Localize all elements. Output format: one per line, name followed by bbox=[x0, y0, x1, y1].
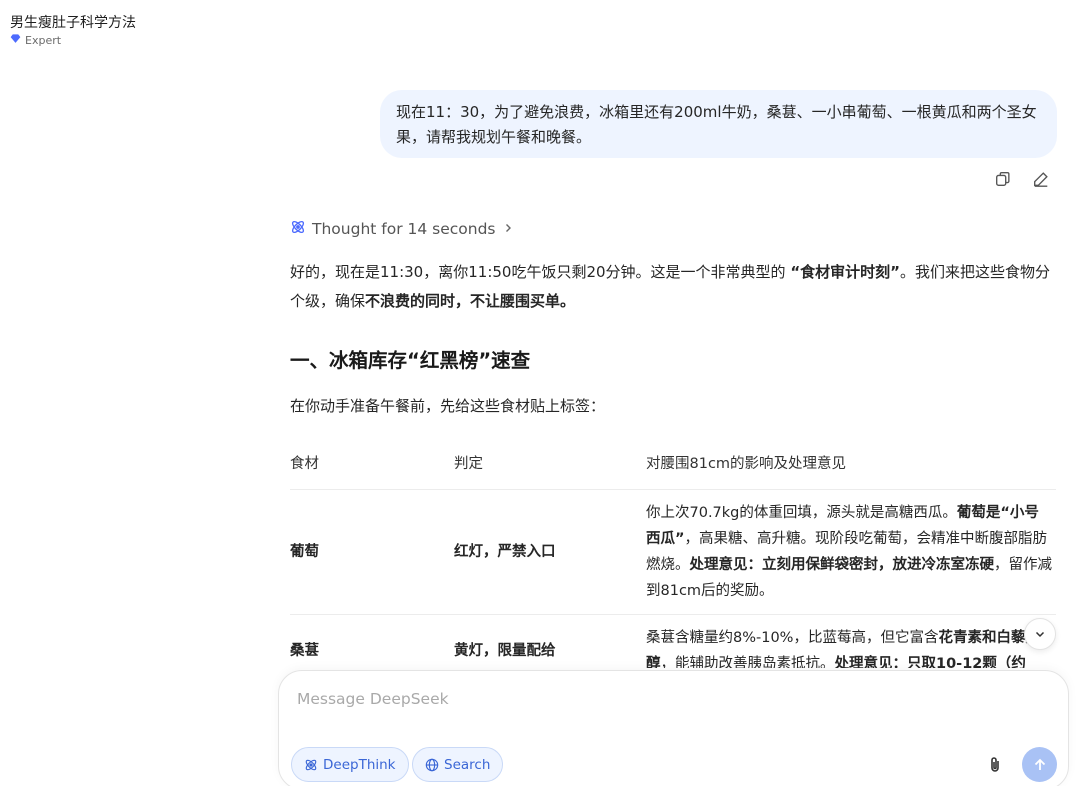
user-message-actions bbox=[994, 170, 1050, 188]
table-cell-food: 桑葚 bbox=[290, 614, 454, 668]
chevron-right-icon bbox=[502, 220, 514, 238]
search-label: Search bbox=[444, 756, 491, 773]
table-header-row: 食材 判定 对腰围81cm的影响及处理意见 bbox=[290, 444, 1056, 490]
diamond-icon bbox=[10, 33, 21, 47]
assistant-answer: 好的，现在是11:30，离你11:50吃午饭只剩20分钟。这是一个非常典型的 “… bbox=[290, 258, 1056, 668]
answer-paragraph: 好的，现在是11:30，离你11:50吃午饭只剩20分钟。这是一个非常典型的 “… bbox=[290, 258, 1056, 316]
attach-button[interactable] bbox=[985, 755, 1005, 775]
table-header: 判定 bbox=[454, 444, 646, 490]
text-span: 你上次70.7kg的体重回填，源头就是高糖西瓜。 bbox=[646, 505, 957, 521]
food-table: 食材 判定 对腰围81cm的影响及处理意见 葡萄 红灯，严禁入口 你上次70.7… bbox=[290, 444, 1056, 668]
deepthink-label: DeepThink bbox=[323, 756, 396, 773]
deepthink-button[interactable]: DeepThink bbox=[291, 747, 409, 782]
paperclip-icon bbox=[985, 755, 1005, 775]
table-row: 桑葚 黄灯，限量配给 桑葚含糖量约8%-10%，比蓝莓高，但它富含花青素和白藜芦… bbox=[290, 614, 1056, 668]
globe-icon bbox=[425, 758, 439, 772]
section-heading: 一、冰箱库存“红黑榜”速查 bbox=[290, 349, 531, 372]
table-cell-note: 桑葚含糖量约8%-10%，比蓝莓高，但它富含花青素和白藜芦醇，能辅助改善胰岛素抵… bbox=[646, 614, 1056, 668]
table-header: 对腰围81cm的影响及处理意见 bbox=[646, 444, 1056, 490]
table-cell-verdict: 黄灯，限量配给 bbox=[454, 614, 646, 668]
bold-span: “食材审计时刻” bbox=[790, 263, 901, 281]
send-button[interactable] bbox=[1022, 747, 1057, 782]
model-badge: Expert bbox=[10, 33, 61, 47]
thought-label: Thought for 14 seconds bbox=[312, 220, 496, 238]
search-button[interactable]: Search bbox=[412, 747, 504, 782]
bold-span: 不浪费的同时，不让腰围买单。 bbox=[365, 292, 576, 310]
copy-icon[interactable] bbox=[994, 170, 1012, 188]
message-composer: DeepThink Search bbox=[278, 670, 1069, 786]
atom-icon bbox=[304, 758, 318, 772]
table-row: 葡萄 红灯，严禁入口 你上次70.7kg的体重回填，源头就是高糖西瓜。葡萄是“小… bbox=[290, 489, 1056, 615]
thought-toggle[interactable]: Thought for 14 seconds bbox=[290, 219, 514, 239]
table-header: 食材 bbox=[290, 444, 454, 490]
bold-span: 处理意见：立刻用保鲜袋密封，放进冷冻室冻硬 bbox=[689, 557, 995, 573]
conversation-title: 男生瘦肚子科学方法 bbox=[10, 15, 136, 31]
arrow-up-icon bbox=[1032, 757, 1048, 773]
table-cell-food: 葡萄 bbox=[290, 489, 454, 615]
message-input[interactable] bbox=[297, 685, 997, 713]
user-message-bubble: 现在11：30，为了避免浪费，冰箱里还有200ml牛奶，桑葚、一小串葡萄、一根黄… bbox=[380, 90, 1057, 158]
scroll-to-bottom-button[interactable] bbox=[1024, 618, 1056, 650]
text-span: ，能辅助改善胰岛素抵抗。 bbox=[660, 656, 835, 668]
section-intro: 在你动手准备午餐前，先给这些食材贴上标签： bbox=[290, 397, 606, 415]
chevron-down-icon bbox=[1034, 628, 1046, 640]
model-badge-label: Expert bbox=[25, 33, 62, 47]
atom-icon bbox=[290, 219, 306, 239]
table-cell-note: 你上次70.7kg的体重回填，源头就是高糖西瓜。葡萄是“小号西瓜”，高果糖、高升… bbox=[646, 489, 1056, 615]
text-span: 好的，现在是11:30，离你11:50吃午饭只剩20分钟。这是一个非常典型的 bbox=[290, 263, 791, 281]
bold-span: 处理意见：只取10-12颗（约 bbox=[834, 656, 1026, 668]
text-span: 桑葚含糖量约8%-10%，比蓝莓高，但它富含 bbox=[646, 630, 939, 646]
table-cell-verdict: 红灯，严禁入口 bbox=[454, 489, 646, 615]
edit-icon[interactable] bbox=[1032, 170, 1050, 188]
